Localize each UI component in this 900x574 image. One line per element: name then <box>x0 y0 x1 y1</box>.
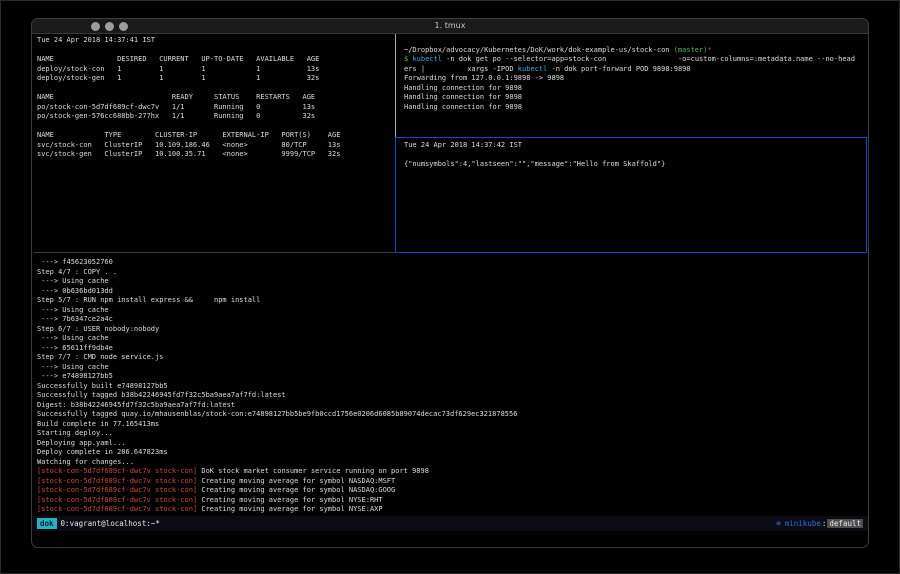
session-name-badge: dok <box>37 518 57 529</box>
terminal-line: ---> e74898127bb5 <box>37 372 869 382</box>
terminal-line <box>404 151 869 161</box>
terminal-line: Successfully built e74898127bb5 <box>37 382 869 392</box>
kubernetes-icon: ☸ <box>776 519 781 528</box>
terminal-line: ---> 0b636bd013dd <box>37 287 869 297</box>
terminal-line: [stock-con-5d7df689cf-dwc7v stock-con] C… <box>37 486 869 496</box>
terminal-line: Tue 24 Apr 2018 14:37:42 IST <box>404 141 869 151</box>
window-titlebar[interactable]: 1. tmux <box>32 19 868 34</box>
terminal-line: svc/stock-gen ClusterIP 10.100.35.71 <no… <box>37 150 400 160</box>
terminal-line: svc/stock-con ClusterIP 10.109.186.46 <n… <box>37 141 400 151</box>
terminal-line <box>37 46 400 56</box>
terminal-line: Step 7/7 : CMD node service.js <box>37 353 869 363</box>
terminal-line: [stock-con-5d7df689cf-dwc7v stock-con] D… <box>37 467 869 477</box>
terminal-line: [stock-con-5d7df689cf-dwc7v stock-con] C… <box>37 496 869 506</box>
terminal-line: ers | xargs -IPOD kubectl -n dok port-fo… <box>404 65 869 75</box>
terminal-line: deploy/stock-gen 1 1 1 1 32s <box>37 74 400 84</box>
pane-curl-output[interactable]: Tue 24 Apr 2018 14:37:42 IST {"numsymbols… <box>398 138 869 254</box>
terminal-line: po/stock-con-5d7df689cf-dwc7v 1/1 Runnin… <box>37 103 400 113</box>
terminal-line: Successfully tagged b38b42246945fd7f32c5… <box>37 391 869 401</box>
kube-context-indicator: ☸ minikube : default <box>776 519 863 528</box>
terminal-line <box>37 122 400 132</box>
kube-namespace-badge: default <box>827 519 863 528</box>
pane-port-forward[interactable]: ~/Dropbox/advocacy/Kubernetes/DoK/work/d… <box>398 34 869 139</box>
terminal-line: ---> Using cache <box>37 306 869 316</box>
terminal-line: po/stock-gen-576cc688bb-277hx 1/1 Runnin… <box>37 112 400 122</box>
terminal-line: Digest: b38b42246945fd7f32c5ba9aea7af7fd… <box>37 401 869 411</box>
status-left: dok 0:vagrant@localhost:~* <box>37 518 160 529</box>
desktop: 1. tmux Tue 24 Apr 2018 14:37:41 IST NAME… <box>0 0 900 574</box>
status-window-label[interactable]: 0:vagrant@localhost:~* <box>61 519 160 528</box>
terminal-line: NAME READY STATUS RESTARTS AGE <box>37 93 400 103</box>
terminal-line: Deploy complete in 286.647823ms <box>37 448 869 458</box>
terminal-window: 1. tmux Tue 24 Apr 2018 14:37:41 IST NAME… <box>31 18 869 548</box>
terminal-line: ---> Using cache <box>37 277 869 287</box>
terminal-line: Handling connection for 9898 <box>404 93 869 103</box>
terminal-line: Handling connection for 9898 <box>404 103 869 113</box>
terminal-line: ---> 65611ff9db4e <box>37 344 869 354</box>
terminal-line: Build complete in 77.165413ms <box>37 420 869 430</box>
pane-skaffold-build[interactable]: ---> f45623052760Step 4/7 : COPY . . ---… <box>32 255 869 516</box>
terminal-line: {"numsymbols":4,"lastseen":"","message":… <box>404 160 869 170</box>
terminal-line <box>404 36 869 46</box>
terminal-line: [stock-con-5d7df689cf-dwc7v stock-con] C… <box>37 505 869 515</box>
pane-divider-horizontal[interactable] <box>34 252 395 253</box>
pane-divider-vertical[interactable] <box>395 34 396 137</box>
terminal-line: Step 6/7 : USER nobody:nobody <box>37 325 869 335</box>
terminal-line: Handling connection for 9898 <box>404 84 869 94</box>
terminal-line: ---> Using cache <box>37 363 869 373</box>
terminal-line: Watching for changes... <box>37 458 869 468</box>
terminal-line: ---> f45623052760 <box>37 258 869 268</box>
terminal-line: Tue 24 Apr 2018 14:37:41 IST <box>37 36 400 46</box>
terminal-line: NAME DESIRED CURRENT UP-TO-DATE AVAILABL… <box>37 55 400 65</box>
terminal-line: Starting deploy... <box>37 429 869 439</box>
terminal-line: deploy/stock-con 1 1 1 1 13s <box>37 65 400 75</box>
terminal-line: Step 5/7 : RUN npm install express && np… <box>37 296 869 306</box>
kube-context-separator: : <box>822 519 827 528</box>
kube-context-name: minikube <box>785 519 821 528</box>
tmux-status-bar: dok 0:vagrant@localhost:~* ☸ minikube : … <box>32 516 868 531</box>
terminal-line: NAME TYPE CLUSTER-IP EXTERNAL-IP PORT(S)… <box>37 131 400 141</box>
terminal-line: $ kubectl -n dok get po --selector=app=s… <box>404 55 869 65</box>
terminal-line: Successfully tagged quay.io/mhausenblas/… <box>37 410 869 420</box>
terminal-line: Step 4/7 : COPY . . <box>37 268 869 278</box>
terminal-line: ~/Dropbox/advocacy/Kubernetes/DoK/work/d… <box>404 46 869 56</box>
terminal-line: ---> 7b6347ce2a4c <box>37 315 869 325</box>
terminal-line: ---> Using cache <box>37 334 869 344</box>
window-title: 1. tmux <box>32 19 868 33</box>
terminal-line <box>37 84 400 94</box>
terminal-line: Forwarding from 127.0.0.1:9898 -> 9898 <box>404 74 869 84</box>
terminal-line: Deploying app.yaml... <box>37 439 869 449</box>
pane-kubectl-watch[interactable]: Tue 24 Apr 2018 14:37:41 IST NAME DESIRED… <box>32 34 400 254</box>
terminal-line: [stock-con-5d7df689cf-dwc7v stock-con] C… <box>37 477 869 487</box>
